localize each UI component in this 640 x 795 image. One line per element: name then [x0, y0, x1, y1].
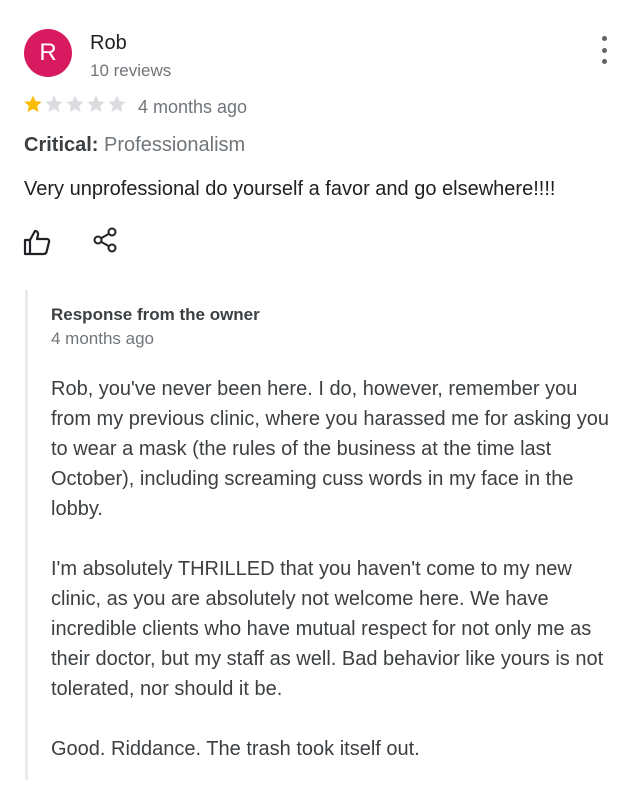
star-empty-icon [87, 95, 105, 112]
reviewer-name[interactable]: Rob [90, 32, 127, 55]
more-vert-icon [601, 36, 607, 41]
owner-response-paragraph: Good. Riddance. The trash took itself ou… [51, 738, 420, 760]
review-text: Very unprofessional do yourself a favor … [24, 178, 556, 200]
critical-label: Critical: [24, 134, 99, 156]
star-empty-icon [66, 95, 84, 112]
review-date: 4 months ago [138, 97, 248, 117]
owner-response-title: Response from the owner [51, 305, 260, 324]
owner-response-paragraph: I'm absolutely THRILLED that you haven't… [51, 558, 604, 700]
owner-response-paragraph: Rob, you've never been here. I do, howev… [51, 378, 610, 520]
owner-response: Response from the owner 4 months ago Rob… [25, 290, 628, 780]
star-empty-icon [108, 95, 126, 112]
like-button[interactable] [22, 227, 52, 257]
more-vert-icon-dot [601, 59, 607, 64]
more-vert-icon-dot [601, 47, 607, 53]
more-options-button[interactable] [594, 36, 614, 64]
review-count[interactable]: 10 reviews [90, 61, 171, 81]
avatar[interactable]: R [24, 29, 72, 77]
thumbs-up-icon [23, 229, 51, 256]
star-empty-icon [45, 95, 63, 112]
star-rating [23, 94, 128, 116]
star-filled-icon [24, 95, 42, 112]
critical-aspect: Critical: Professionalism [24, 134, 245, 157]
owner-response-date: 4 months ago [51, 329, 155, 348]
share-icon [93, 227, 117, 253]
share-button[interactable] [92, 226, 118, 254]
critical-value: Professionalism [104, 134, 246, 156]
